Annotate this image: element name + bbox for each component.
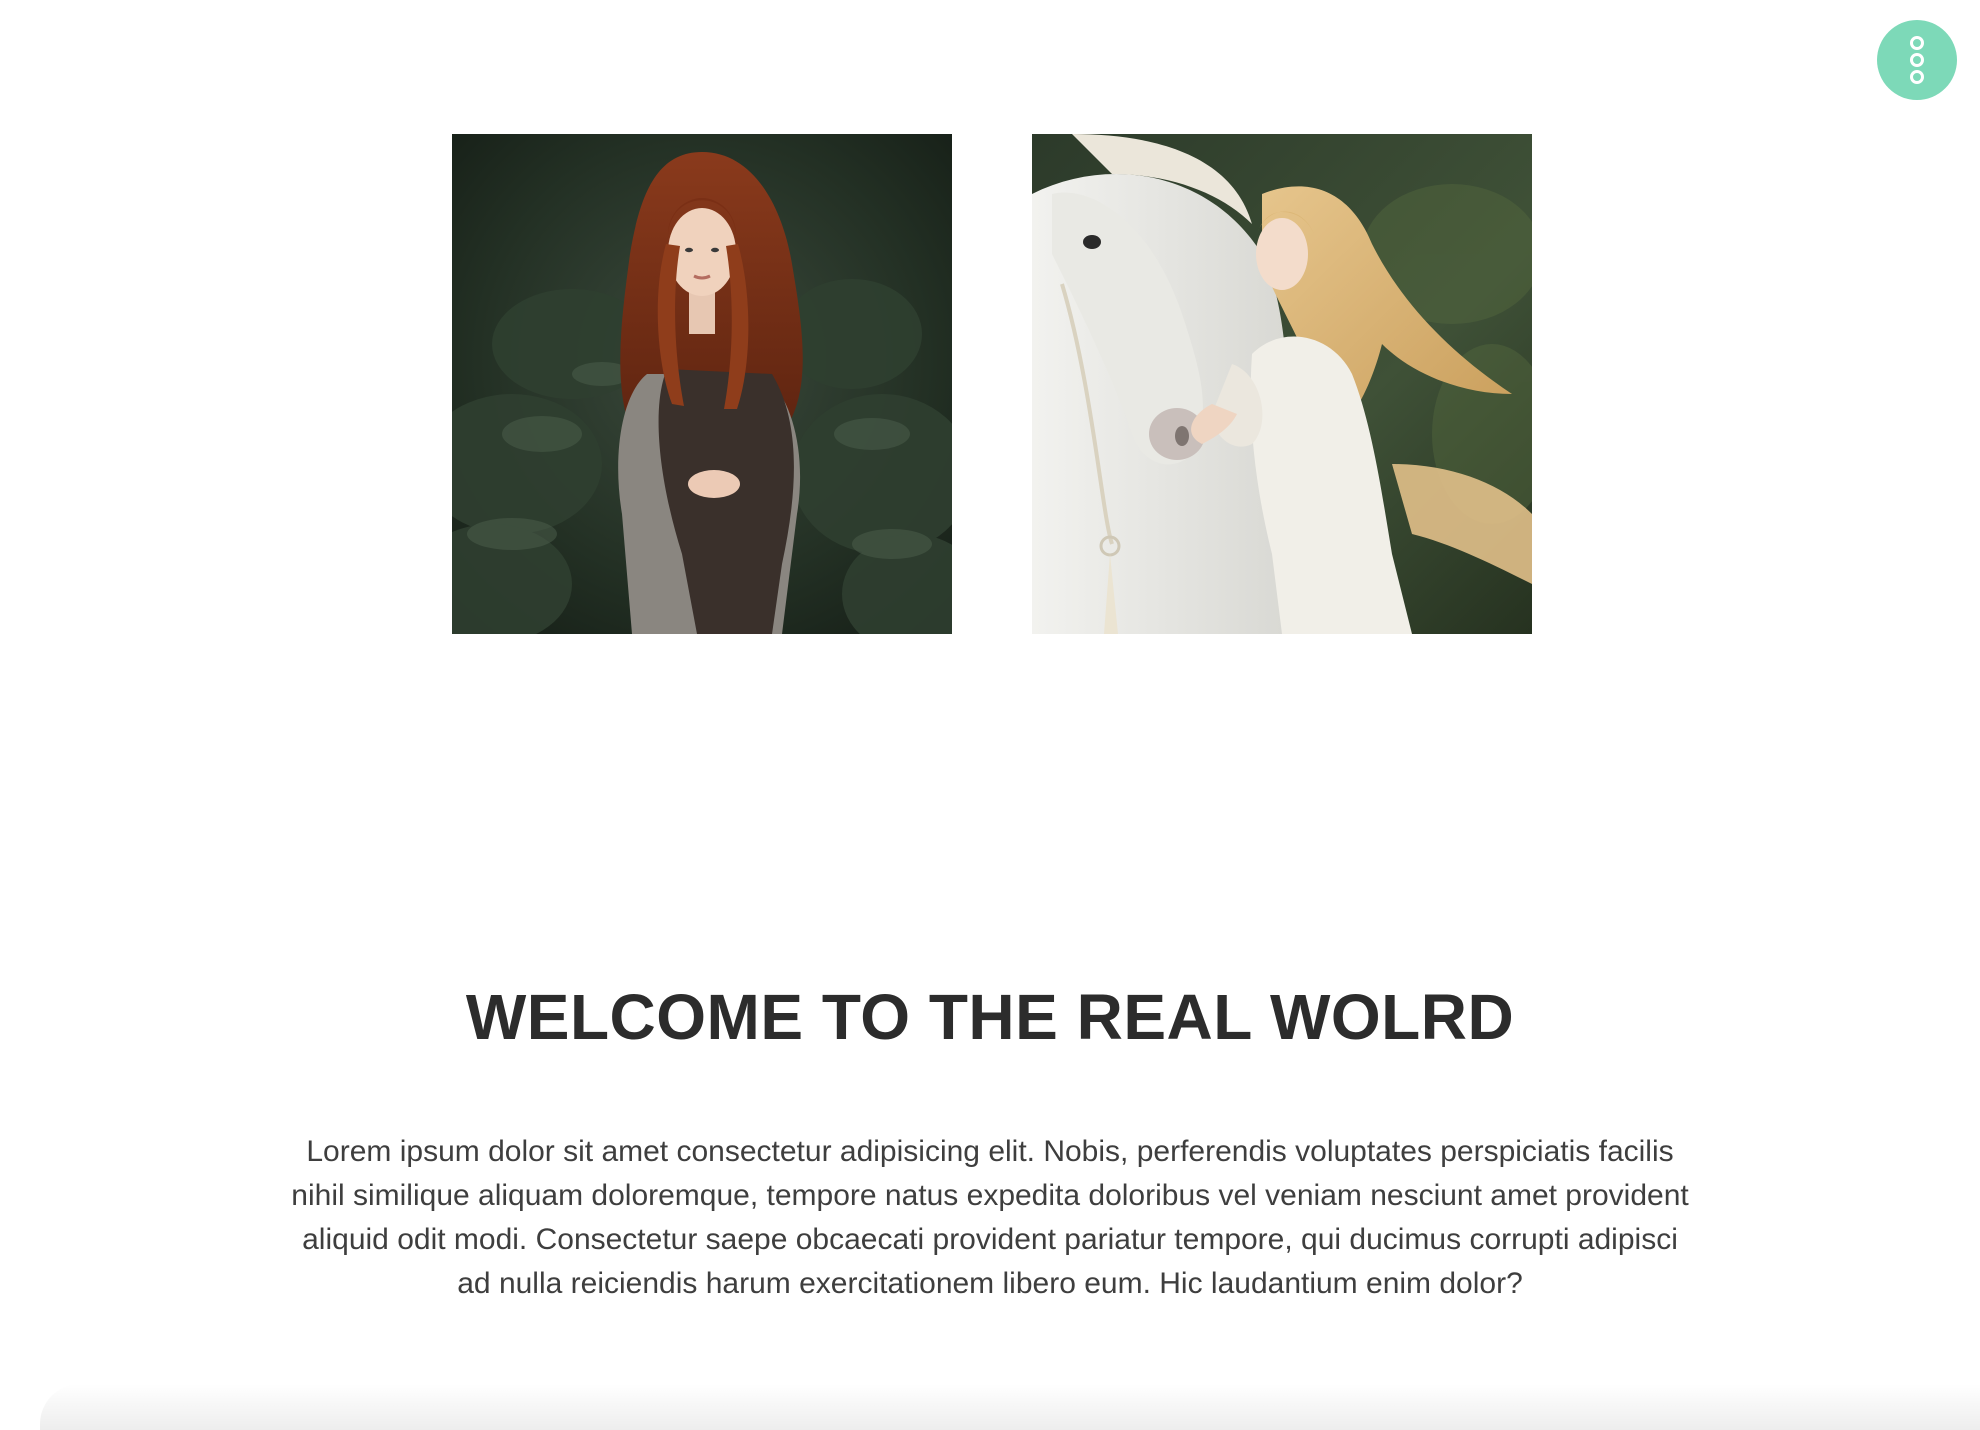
menu-button[interactable]: [1877, 20, 1957, 100]
photo-gallery: [452, 134, 1532, 634]
three-rings-menu-icon: [1907, 35, 1927, 85]
gallery-photo-woman-forest: [452, 134, 952, 634]
welcome-title: WELCOME TO THE REAL WOLRD: [465, 981, 1515, 1053]
gallery-photo-woman-horse: [1032, 134, 1532, 634]
welcome-body-text: Lorem ipsum dolor sit amet consectetur a…: [291, 1135, 1689, 1300]
bottom-panel-edge: [40, 1384, 1980, 1430]
